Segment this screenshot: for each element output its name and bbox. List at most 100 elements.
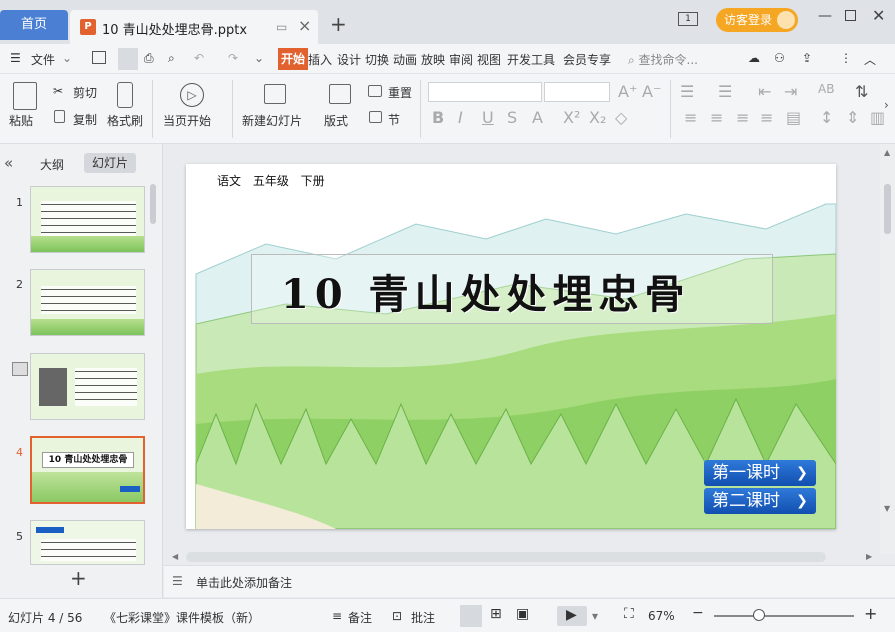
tab-slideshow[interactable]: 放映 <box>421 51 445 68</box>
comment-button[interactable]: 批注 <box>411 609 435 626</box>
tab-home[interactable]: 首页 <box>0 10 68 40</box>
paste-button[interactable]: 粘贴 <box>9 112 33 129</box>
tab-start[interactable]: 开始 <box>278 48 309 70</box>
print-preview-icon[interactable]: ⌕ <box>168 51 175 66</box>
reset-icon[interactable] <box>368 85 382 97</box>
tab-design[interactable]: 设计 <box>337 51 361 68</box>
align-left-icon[interactable]: ≡ <box>684 108 697 127</box>
slide-thumbnail-5[interactable] <box>30 520 145 565</box>
close-window-icon[interactable]: ✕ <box>872 6 885 25</box>
subscript-icon[interactable]: X₂ <box>589 108 606 127</box>
scroll-up-icon[interactable]: ▲ <box>884 148 890 157</box>
collaborate-icon[interactable]: ⚇ <box>774 51 785 65</box>
strikethrough-icon[interactable]: S <box>507 108 517 127</box>
section-icon[interactable] <box>369 111 382 123</box>
chevron-down-icon[interactable]: ⌄ <box>254 51 264 65</box>
ribbon-scroll-right-icon[interactable]: › <box>884 98 889 112</box>
comment-icon[interactable]: ⊡ <box>392 609 402 623</box>
new-tab-icon[interactable]: + <box>330 12 347 36</box>
grid-view-icon[interactable]: ⊞ <box>490 606 502 622</box>
redo-icon[interactable]: ↷ <box>228 51 238 65</box>
scissors-icon[interactable]: ✂ <box>53 84 63 98</box>
window-count-icon[interactable]: 1 <box>678 12 698 26</box>
align-right-icon[interactable]: ≡ <box>736 108 749 127</box>
current-slide[interactable]: 语文 五年级 下册 10 青山处处埋忠骨 第一课时 ❯ 第二课时 ❯ <box>186 164 836 529</box>
close-tab-icon[interactable]: × <box>298 16 311 35</box>
decrease-indent-icon[interactable]: ⇤ <box>758 82 771 101</box>
slide-title[interactable]: 10 青山处处埋忠骨 <box>281 262 691 320</box>
visitor-login-button[interactable]: 访客登录 <box>716 8 798 32</box>
file-menu[interactable]: 文件 <box>31 51 55 68</box>
play-from-current-icon[interactable]: ▷ <box>180 83 204 107</box>
paragraph-spacing-icon[interactable]: ⇕ <box>846 108 859 127</box>
font-family-dropdown[interactable] <box>428 82 542 102</box>
zoom-out-icon[interactable]: − <box>692 605 704 621</box>
tab-review[interactable]: 审阅 <box>449 51 473 68</box>
zoom-slider[interactable] <box>714 615 854 617</box>
slide-thumbnail-1[interactable] <box>30 186 145 253</box>
minimize-icon[interactable]: — <box>818 8 832 24</box>
sort-icon[interactable]: ⇅ <box>855 82 868 101</box>
copy-icon[interactable] <box>54 110 65 123</box>
normal-view-icon[interactable] <box>460 605 482 627</box>
zoom-slider-handle[interactable] <box>753 609 765 621</box>
italic-icon[interactable]: I <box>458 108 463 127</box>
distribute-icon[interactable]: ▤ <box>786 108 801 127</box>
search-command[interactable]: ⌕ 查找命令... <box>628 51 698 68</box>
collapse-ribbon-icon[interactable]: ︿ <box>864 51 876 68</box>
horizontal-scrollbar[interactable] <box>186 552 826 562</box>
collapse-panel-icon[interactable]: « <box>4 154 13 172</box>
section-button[interactable]: 节 <box>388 111 400 128</box>
scroll-thumb[interactable] <box>884 184 891 234</box>
font-color-icon[interactable]: A <box>532 108 543 127</box>
notes-pane[interactable]: ☰ 单击此处添加备注 <box>164 565 895 597</box>
columns-icon[interactable]: ▥ <box>870 108 885 127</box>
tab-document[interactable]: P 10 青山处处埋忠骨.pptx ▭ × <box>70 10 318 44</box>
justify-icon[interactable]: ≡ <box>760 108 773 127</box>
font-size-dropdown[interactable] <box>544 82 610 102</box>
slide-thumbnail-2[interactable] <box>30 269 145 336</box>
add-slide-icon[interactable]: + <box>70 566 87 590</box>
zoom-level[interactable]: 67% <box>648 609 675 623</box>
tab-developer[interactable]: 开发工具 <box>507 51 555 68</box>
tab-animation[interactable]: 动画 <box>393 51 417 68</box>
copy-button[interactable]: 复制 <box>73 111 97 128</box>
tab-view[interactable]: 视图 <box>477 51 501 68</box>
cut-button[interactable]: 剪切 <box>73 84 97 101</box>
save-icon[interactable] <box>92 51 106 64</box>
bullet-list-icon[interactable]: ☰ <box>680 82 694 101</box>
chevron-down-icon[interactable]: ▾ <box>592 609 598 623</box>
undo-icon[interactable]: ↶ <box>194 51 204 65</box>
cloud-icon[interactable]: ☁ <box>748 51 760 65</box>
new-slide-icon[interactable] <box>264 84 286 104</box>
slide-thumbnail-4-selected[interactable]: 10 青山处处埋忠骨 <box>30 436 145 504</box>
lesson-1-button[interactable]: 第一课时 ❯ <box>704 460 816 486</box>
fit-window-icon[interactable]: ⛶ <box>624 606 634 622</box>
layout-button[interactable]: 版式 <box>324 112 348 129</box>
maximize-icon[interactable] <box>845 10 856 21</box>
tab-member[interactable]: 会员专享 <box>563 51 611 68</box>
reading-view-icon[interactable]: ▣ <box>516 606 529 622</box>
numbered-list-icon[interactable]: ☰ <box>718 82 732 101</box>
align-center-icon[interactable]: ≡ <box>710 108 723 127</box>
pin-icon[interactable]: ▭ <box>276 20 287 34</box>
chevron-down-icon[interactable]: ⌄ <box>62 51 72 65</box>
hamburger-icon[interactable]: ☰ <box>10 51 21 65</box>
scroll-right-icon[interactable]: ▶ <box>866 552 872 561</box>
superscript-icon[interactable]: X² <box>563 108 580 127</box>
underline-icon[interactable]: U <box>482 108 494 127</box>
increase-indent-icon[interactable]: ⇥ <box>784 82 797 101</box>
scroll-left-icon[interactable]: ◀ <box>172 552 178 561</box>
vertical-scrollbar[interactable]: ▲ ▼ <box>880 144 895 554</box>
tab-slides[interactable]: 幻灯片 <box>84 153 136 173</box>
more-icon[interactable]: ⋮ <box>840 51 852 65</box>
play-slideshow-button[interactable]: ▶ <box>557 606 587 626</box>
notes-toggle-button[interactable]: 备注 <box>348 609 372 626</box>
notes-icon[interactable]: ≡ <box>332 609 342 623</box>
thumbnail-scrollbar[interactable] <box>150 184 156 224</box>
format-icon[interactable] <box>118 48 138 70</box>
decrease-font-icon[interactable]: A⁻ <box>642 82 661 101</box>
line-spacing-icon[interactable]: ↕ <box>820 108 833 127</box>
clear-format-icon[interactable]: ◇ <box>615 108 627 127</box>
slide-thumbnail-3[interactable] <box>30 353 145 420</box>
